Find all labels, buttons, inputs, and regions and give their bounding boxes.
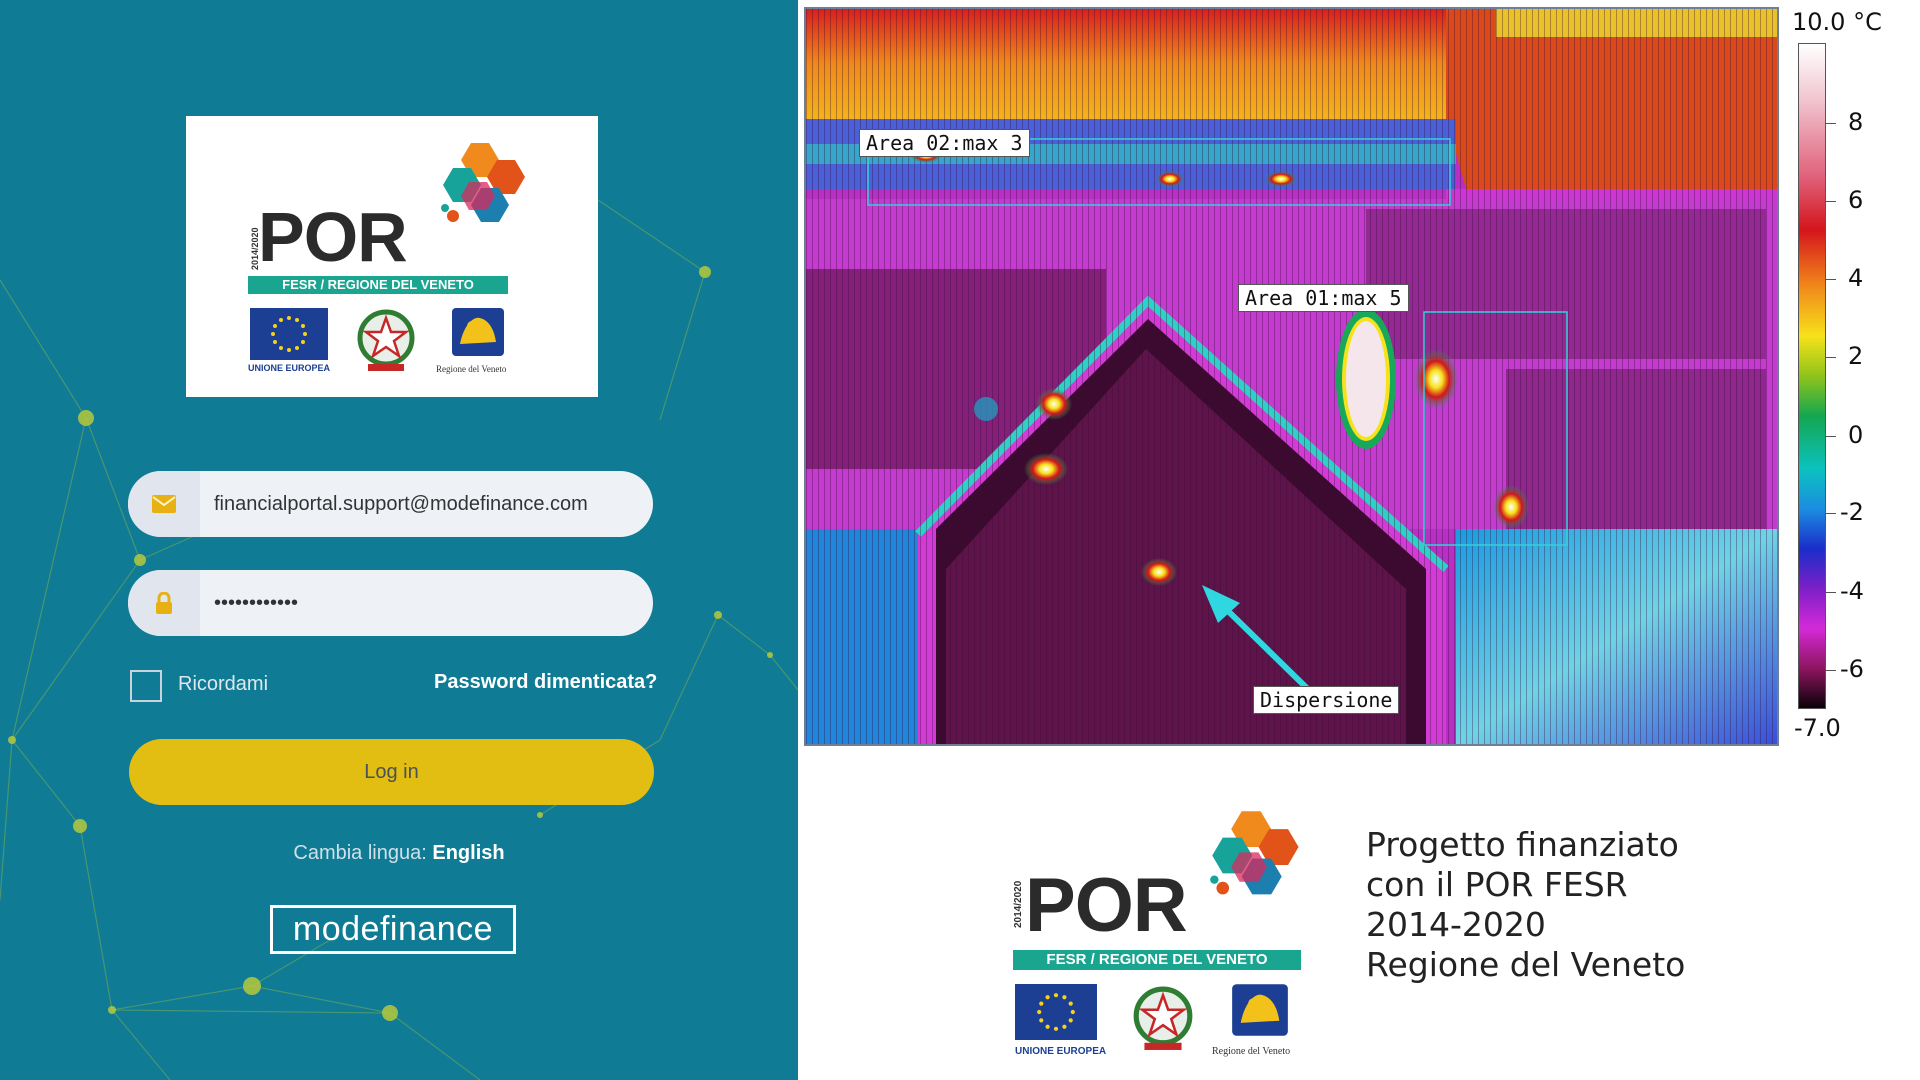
dispersion-label: Dispersione xyxy=(1253,686,1400,714)
veneto-label: Regione del Veneto xyxy=(436,364,507,374)
remember-me-checkbox[interactable] xyxy=(130,670,162,702)
eu-label: UNIONE EUROPEA xyxy=(1015,1046,1107,1057)
scale-tick-label: -2 xyxy=(1840,498,1864,526)
email-field[interactable] xyxy=(128,471,653,537)
por-ribbon: FESR / REGIONE DEL VENETO xyxy=(248,276,508,294)
italy-emblem-icon xyxy=(357,309,415,371)
scale-tick-label: 6 xyxy=(1848,186,1864,214)
por-fesr-logo-card: 2014/2020 POR FESR / REGIONE DEL VENETO … xyxy=(186,116,598,397)
scale-tick xyxy=(1826,436,1836,437)
eu-flag-icon xyxy=(1015,984,1097,1040)
funding-line: con il POR FESR xyxy=(1366,865,1628,904)
language-link-english[interactable]: English xyxy=(432,842,504,864)
login-panel: 2014/2020 POR FESR / REGIONE DEL VENETO … xyxy=(0,0,798,1080)
veneto-emblem-icon xyxy=(452,308,504,356)
por-years: 2014/2020 xyxy=(1013,880,1024,928)
italy-emblem-icon xyxy=(1133,986,1193,1050)
scale-tick xyxy=(1826,592,1836,593)
thermal-image: Area 02:max 3 Area 01:max 5 Dispersione xyxy=(804,7,1779,746)
remember-me-label: Ricordami xyxy=(178,673,269,695)
scale-tick xyxy=(1826,513,1836,514)
por-word: POR xyxy=(258,198,408,276)
login-button[interactable]: Log in xyxy=(129,739,654,805)
envelope-icon xyxy=(152,495,176,513)
lock-icon xyxy=(156,592,172,614)
veneto-label: Regione del Veneto xyxy=(1212,1046,1291,1057)
funding-logo: 2014/2020 POR FESR / REGIONE DEL VENETO … xyxy=(1005,800,1335,1070)
email-input[interactable] xyxy=(208,471,644,537)
eu-flag-icon xyxy=(250,308,328,360)
language-prefix: Cambia lingua: xyxy=(293,842,427,864)
veneto-emblem-icon xyxy=(1232,984,1288,1036)
scale-tick xyxy=(1826,201,1836,202)
email-icon-box xyxy=(128,471,200,537)
temperature-color-scale xyxy=(1798,43,1826,709)
scale-min-label: -7.0 xyxy=(1794,714,1841,742)
scale-tick-label: 8 xyxy=(1848,108,1864,136)
password-icon-box xyxy=(128,570,200,636)
scale-tick xyxy=(1826,357,1836,358)
funding-statement: Progetto finanziato con il POR FESR 2014… xyxy=(1366,825,1685,985)
scale-tick-label: 0 xyxy=(1848,421,1864,449)
eu-label: UNIONE EUROPEA xyxy=(248,363,331,373)
password-field[interactable] xyxy=(128,570,653,636)
thermal-image-canvas xyxy=(806,9,1777,744)
scale-tick xyxy=(1826,123,1836,124)
modefinance-logo: modefinance xyxy=(270,905,516,954)
scale-tick-label: 4 xyxy=(1848,264,1864,292)
language-switch: Cambia lingua: English xyxy=(0,842,798,865)
scale-max-label: 10.0 °C xyxy=(1792,8,1882,36)
por-ribbon: FESR / REGIONE DEL VENETO xyxy=(1013,950,1301,970)
password-input[interactable] xyxy=(208,570,644,636)
forgot-password-link[interactable]: Password dimenticata? xyxy=(434,671,657,694)
area-01-label: Area 01:max 5 xyxy=(1238,284,1409,312)
scale-tick-label: -4 xyxy=(1840,577,1864,605)
scale-tick xyxy=(1826,670,1836,671)
por-word: POR xyxy=(1025,863,1188,948)
area-02-label: Area 02:max 3 xyxy=(859,129,1030,157)
por-flower-icon xyxy=(441,143,525,222)
por-flower-icon xyxy=(1210,811,1299,895)
scale-tick xyxy=(1826,279,1836,280)
funding-line: Progetto finanziato xyxy=(1366,825,1679,864)
scale-tick-label: -6 xyxy=(1840,655,1864,683)
funding-line: 2014-2020 xyxy=(1366,905,1546,944)
scale-tick-label: 2 xyxy=(1848,342,1864,370)
funding-line: Regione del Veneto xyxy=(1366,945,1686,984)
